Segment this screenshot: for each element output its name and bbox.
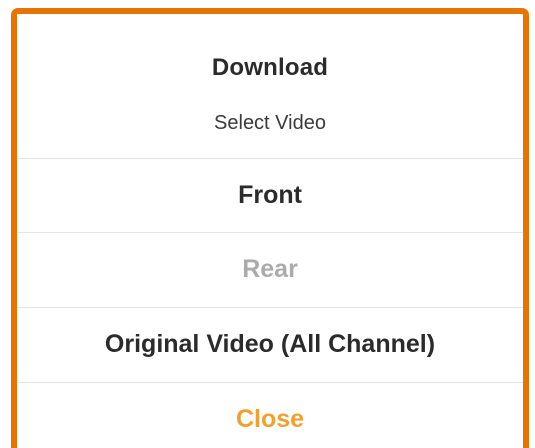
dialog-header: Download Select Video xyxy=(17,14,523,158)
dialog-subtitle: Select Video xyxy=(214,112,326,134)
option-front-button[interactable]: Front xyxy=(17,158,523,232)
download-action-sheet: Download Select Video Front Rear Origina… xyxy=(17,14,523,448)
option-rear-button[interactable]: Rear xyxy=(17,232,523,306)
close-button[interactable]: Close xyxy=(17,382,523,448)
download-dialog-frame: Download Select Video Front Rear Origina… xyxy=(11,8,529,448)
dialog-title: Download xyxy=(211,54,329,81)
option-original-video-button[interactable]: Original Video (All Channel) xyxy=(17,307,523,381)
